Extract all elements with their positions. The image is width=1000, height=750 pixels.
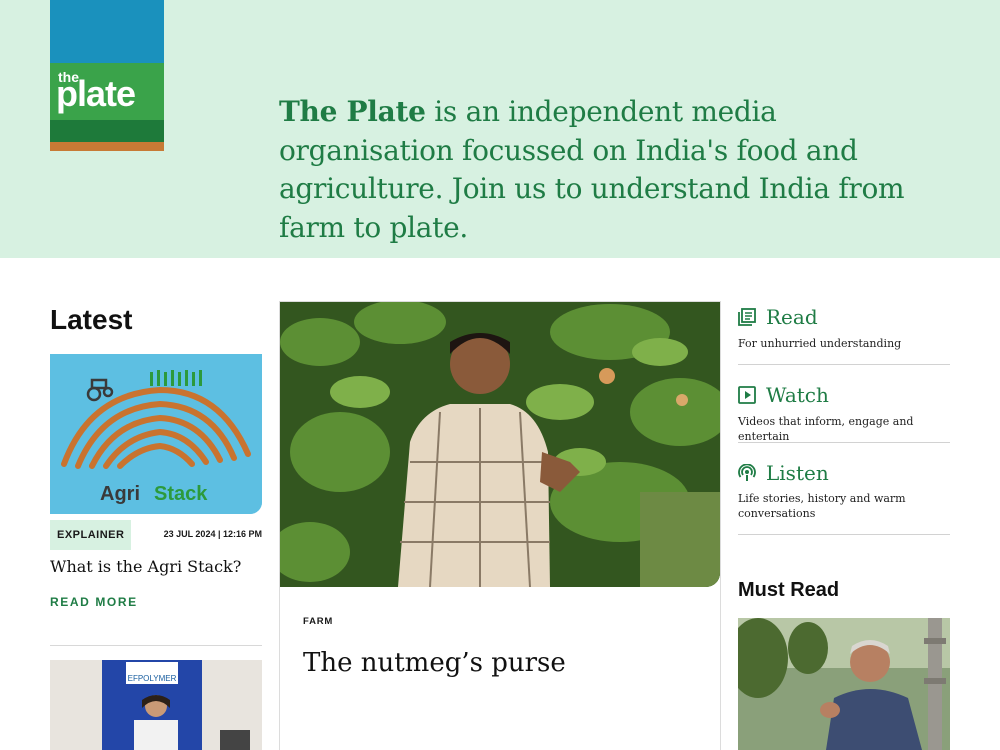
menu-head-listen: Listen [738, 461, 829, 485]
menu-desc-listen: Life stories, history and warm conversat… [738, 492, 906, 520]
article-image-efpolymer[interactable]: EFPOLYMER [50, 660, 262, 750]
podcast-icon [738, 464, 756, 481]
menu-divider [738, 442, 950, 443]
article-date: 23 JUL 2024 | 12:16 PM [163, 529, 262, 539]
must-read-image[interactable] [738, 618, 950, 750]
menu-desc-watch: Videos that inform, engage and entertain [738, 415, 914, 443]
newspaper-icon [738, 308, 756, 326]
hero-banner: the plate The Plate is an independent me… [0, 0, 1000, 258]
menu-label-listen: Listen [766, 461, 829, 485]
site-tagline: The Plate is an independent media organi… [279, 93, 959, 247]
feature-category[interactable]: FARM [303, 616, 333, 627]
logo-text-plate: plate [56, 73, 136, 114]
menu-desc-read: For unhurried understanding [738, 337, 902, 350]
read-more-link[interactable]: READ MORE [50, 595, 138, 609]
image-label-agri: Agri [100, 483, 140, 505]
logo-band-blue [50, 0, 164, 63]
feature-image[interactable] [280, 302, 720, 587]
latest-heading: Latest [50, 304, 133, 335]
image-label-stack: Stack [154, 483, 208, 505]
efpolymer-photo: EFPOLYMER [50, 660, 262, 750]
article-title-link[interactable]: What is the Agri Stack? [50, 557, 241, 576]
must-read-heading: Must Read [738, 579, 840, 601]
divider [50, 645, 262, 646]
menu-item-listen[interactable]: Listen Life stories, history and warm co… [738, 461, 950, 536]
site-logo[interactable]: the plate [50, 0, 164, 151]
category-badge[interactable]: EXPLAINER [50, 520, 132, 550]
feature-title-link[interactable]: The nutmeg’s purse [303, 648, 566, 678]
agri-stack-illustration: Agri Stack [50, 354, 262, 514]
menu-head-watch: Watch [738, 383, 829, 407]
efpolymer-sign: EFPOLYMER [128, 674, 177, 683]
nutmeg-farmer-photo [280, 302, 720, 587]
menu-item-watch[interactable]: Watch Videos that inform, engage and ent… [738, 383, 950, 443]
menu-label-watch: Watch [766, 383, 829, 407]
menu-item-read[interactable]: Read For unhurried understanding [738, 305, 950, 365]
tagline-brand: The Plate [279, 95, 426, 128]
must-read-photo [738, 618, 950, 750]
play-icon [738, 386, 756, 404]
logo-band-dark [50, 120, 164, 142]
menu-head-read: Read [738, 305, 818, 329]
menu-label-read: Read [766, 305, 818, 329]
menu-divider [738, 534, 950, 535]
logo-band-orange [50, 142, 164, 151]
menu-divider [738, 364, 950, 365]
article-image-agri-stack[interactable]: Agri Stack [50, 354, 262, 514]
